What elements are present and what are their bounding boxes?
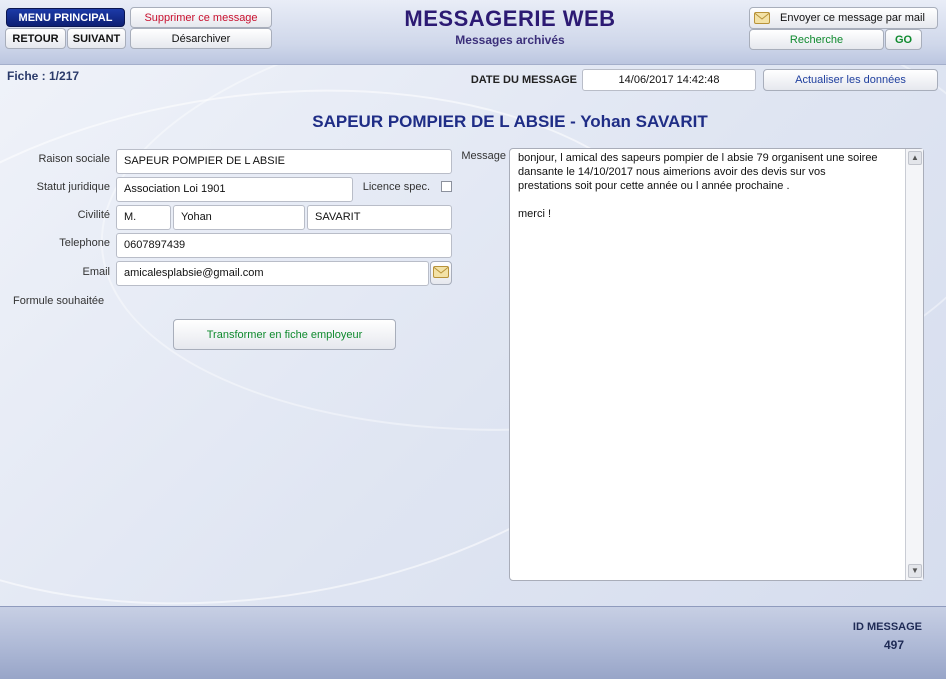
telephone-field[interactable]: 0607897439 xyxy=(116,233,452,258)
raison-sociale-label: Raison sociale xyxy=(38,153,110,165)
message-body: bonjour, l amical des sapeurs pompier de… xyxy=(518,152,878,220)
envoyer-mail-label: Envoyer ce message par mail xyxy=(780,12,925,24)
message-scrollbar[interactable]: ▲ ▼ xyxy=(905,149,923,580)
recherche-button[interactable]: Recherche xyxy=(749,29,884,50)
app-title: MESSAGERIE WEB xyxy=(404,6,616,31)
envoyer-mail-button[interactable]: Envoyer ce message par mail xyxy=(749,7,938,29)
transformer-fiche-button[interactable]: Transformer en fiche employeur xyxy=(173,319,396,350)
main-panel: Fiche : 1/217 DATE DU MESSAGE 14/06/2017… xyxy=(0,65,946,606)
retour-button[interactable]: RETOUR xyxy=(5,28,66,49)
id-message-label: ID MESSAGE xyxy=(852,621,922,633)
message-textarea[interactable]: bonjour, l amical des sapeurs pompier de… xyxy=(509,148,924,581)
envelope-icon xyxy=(754,12,770,24)
date-field[interactable]: 14/06/2017 14:42:48 xyxy=(582,69,756,91)
message-label: Message xyxy=(461,150,506,162)
record-heading: SAPEUR POMPIER DE L ABSIE - Yohan SAVARI… xyxy=(312,112,708,131)
menu-principal-button[interactable]: MENU PRINCIPAL xyxy=(6,8,125,27)
fiche-counter: Fiche : 1/217 xyxy=(7,69,80,83)
statut-juridique-label: Statut juridique xyxy=(36,181,110,193)
licence-spec-checkbox[interactable] xyxy=(441,181,452,192)
app-subtitle: Messages archivés xyxy=(455,33,565,47)
bottom-bar: ID MESSAGE 497 xyxy=(0,606,946,679)
actualiser-button[interactable]: Actualiser les données xyxy=(763,69,938,91)
licence-spec-label: Licence spec. xyxy=(362,181,430,193)
send-email-button[interactable] xyxy=(430,261,452,285)
date-label: DATE DU MESSAGE xyxy=(470,74,577,86)
email-label: Email xyxy=(82,266,110,278)
top-toolbar: MENU PRINCIPAL RETOUR SUIVANT Supprimer … xyxy=(0,0,946,65)
civilite-label: Civilité xyxy=(77,209,110,221)
supprimer-message-button[interactable]: Supprimer ce message xyxy=(130,7,272,28)
desarchiver-button[interactable]: Désarchiver xyxy=(130,28,272,49)
id-message-value: 497 xyxy=(883,638,904,652)
prenom-field[interactable]: Yohan xyxy=(173,205,305,230)
nom-field[interactable]: SAVARIT xyxy=(307,205,452,230)
go-button[interactable]: GO xyxy=(885,29,922,50)
raison-sociale-field[interactable]: SAPEUR POMPIER DE L ABSIE xyxy=(116,149,452,174)
formule-souhaitee-label: Formule souhaitée xyxy=(13,295,105,307)
email-field[interactable]: amicalesplabsie@gmail.com xyxy=(116,261,429,286)
suivant-button[interactable]: SUIVANT xyxy=(67,28,126,49)
statut-juridique-field[interactable]: Association Loi 1901 xyxy=(116,177,353,202)
civilite-field[interactable]: M. xyxy=(116,205,171,230)
scroll-down-icon[interactable]: ▼ xyxy=(908,564,922,578)
scroll-up-icon[interactable]: ▲ xyxy=(908,151,922,165)
telephone-label: Telephone xyxy=(59,237,110,249)
envelope-icon xyxy=(433,265,449,281)
